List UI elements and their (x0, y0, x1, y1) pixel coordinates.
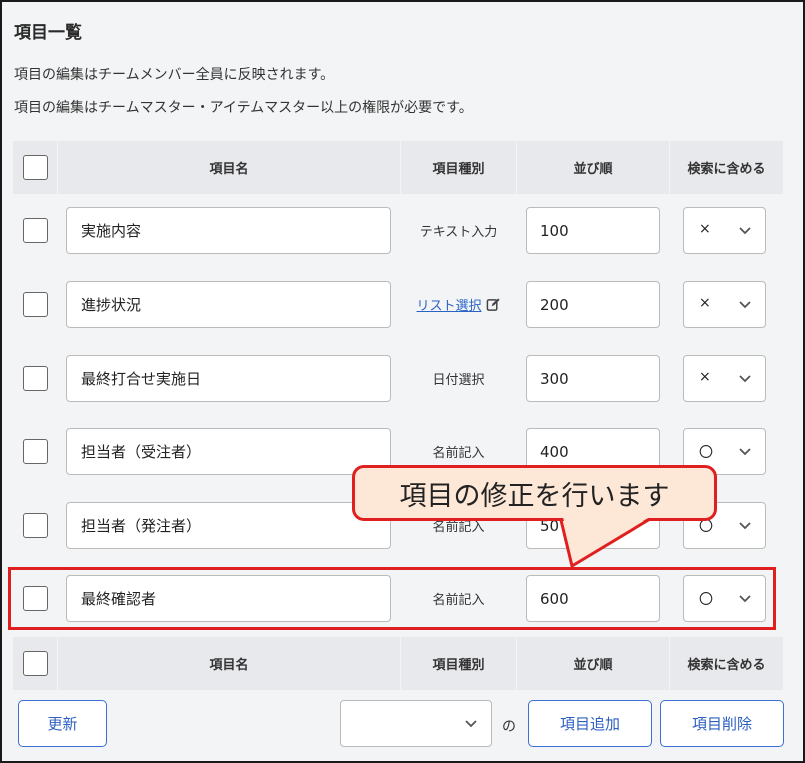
order-input[interactable]: 100 (526, 207, 660, 254)
item-type: テキスト入力 (419, 225, 498, 240)
row-check-cell (13, 499, 57, 552)
search-select-value: × (699, 295, 711, 311)
description-line-2: 項目の編集はチームマスター・アイテムマスター以上の権限が必要です。 (14, 100, 473, 116)
of-label: の (502, 719, 516, 735)
chevron-down-icon (739, 522, 751, 530)
list-select-link[interactable]: リスト選択 (416, 295, 481, 314)
edit-icon[interactable] (486, 297, 501, 312)
callout-text: 項目の修正を行います (399, 480, 670, 512)
header-type: 項目種別 (401, 637, 516, 690)
order-input[interactable]: 200 (526, 281, 660, 328)
chevron-down-icon (739, 595, 751, 603)
item-type: 日付選択 (432, 373, 485, 388)
item-name-input[interactable]: 実施内容 (66, 207, 391, 254)
order-input[interactable]: 600 (526, 575, 660, 622)
row-checkbox[interactable] (22, 439, 48, 464)
row-check-cell (13, 278, 57, 331)
item-name-input[interactable]: 担当者（発注者） (66, 502, 391, 549)
delete-item-button[interactable]: 項目削除 (660, 700, 784, 747)
table-header: 項目名 項目種別 並び順 検索に含める (13, 141, 783, 194)
header-search: 検索に含める (670, 141, 783, 194)
table-row: 最終打合せ実施日 日付選択 300 × (13, 352, 783, 405)
select-all-checkbox[interactable] (22, 651, 48, 676)
header-order: 並び順 (517, 637, 669, 690)
search-select-value: × (699, 221, 711, 237)
select-all-checkbox[interactable] (22, 155, 48, 180)
chevron-down-icon (465, 720, 477, 728)
search-select[interactable]: 〇 (683, 575, 766, 622)
search-select[interactable]: × (683, 355, 766, 402)
callout-bubble: 項目の修正を行います (352, 465, 717, 521)
item-name-input[interactable]: 進捗状況 (66, 281, 391, 328)
row-checkbox[interactable] (22, 586, 48, 611)
table-row: 最終確認者 名前記入 600 〇 (13, 572, 783, 625)
item-type: 名前記入 (432, 593, 485, 608)
row-check-cell (13, 352, 57, 405)
search-select[interactable]: × (683, 281, 766, 328)
row-check-cell (13, 204, 57, 257)
table-footer-header: 項目名 項目種別 並び順 検索に含める (13, 637, 783, 690)
search-select[interactable]: × (683, 207, 766, 254)
row-checkbox[interactable] (22, 366, 48, 391)
header-search: 検索に含める (670, 637, 783, 690)
header-name: 項目名 (58, 637, 400, 690)
search-select-value: 〇 (699, 592, 713, 608)
chevron-down-icon (739, 301, 751, 309)
row-check-cell (13, 572, 57, 625)
row-checkbox[interactable] (22, 218, 48, 243)
search-select-value: × (699, 369, 711, 385)
page-title: 項目一覧 (14, 23, 82, 43)
header-order: 並び順 (517, 141, 669, 194)
header-type: 項目種別 (401, 141, 516, 194)
item-name-input[interactable]: 担当者（受注者） (66, 428, 391, 475)
header-check-cell (13, 141, 57, 194)
add-item-button[interactable]: 項目追加 (528, 700, 652, 747)
insert-position-select[interactable] (340, 700, 492, 747)
update-button[interactable]: 更新 (18, 700, 107, 747)
row-checkbox[interactable] (22, 513, 48, 538)
item-name-input[interactable]: 最終打合せ実施日 (66, 355, 391, 402)
header-name: 項目名 (58, 141, 400, 194)
description-line-1: 項目の編集はチームメンバー全員に反映されます。 (14, 67, 335, 83)
row-check-cell (13, 425, 57, 478)
chevron-down-icon (739, 448, 751, 456)
table-row: 実施内容 テキスト入力 100 × (13, 204, 783, 257)
item-name-input[interactable]: 最終確認者 (66, 575, 391, 622)
item-type-cell: リスト選択 (401, 278, 516, 331)
chevron-down-icon (739, 375, 751, 383)
search-select-value: 〇 (699, 445, 713, 461)
chevron-down-icon (739, 227, 751, 235)
header-check-cell (13, 637, 57, 690)
order-input[interactable]: 300 (526, 355, 660, 402)
row-checkbox[interactable] (22, 292, 48, 317)
table-row: 進捗状況 リスト選択 200 × (13, 278, 783, 331)
